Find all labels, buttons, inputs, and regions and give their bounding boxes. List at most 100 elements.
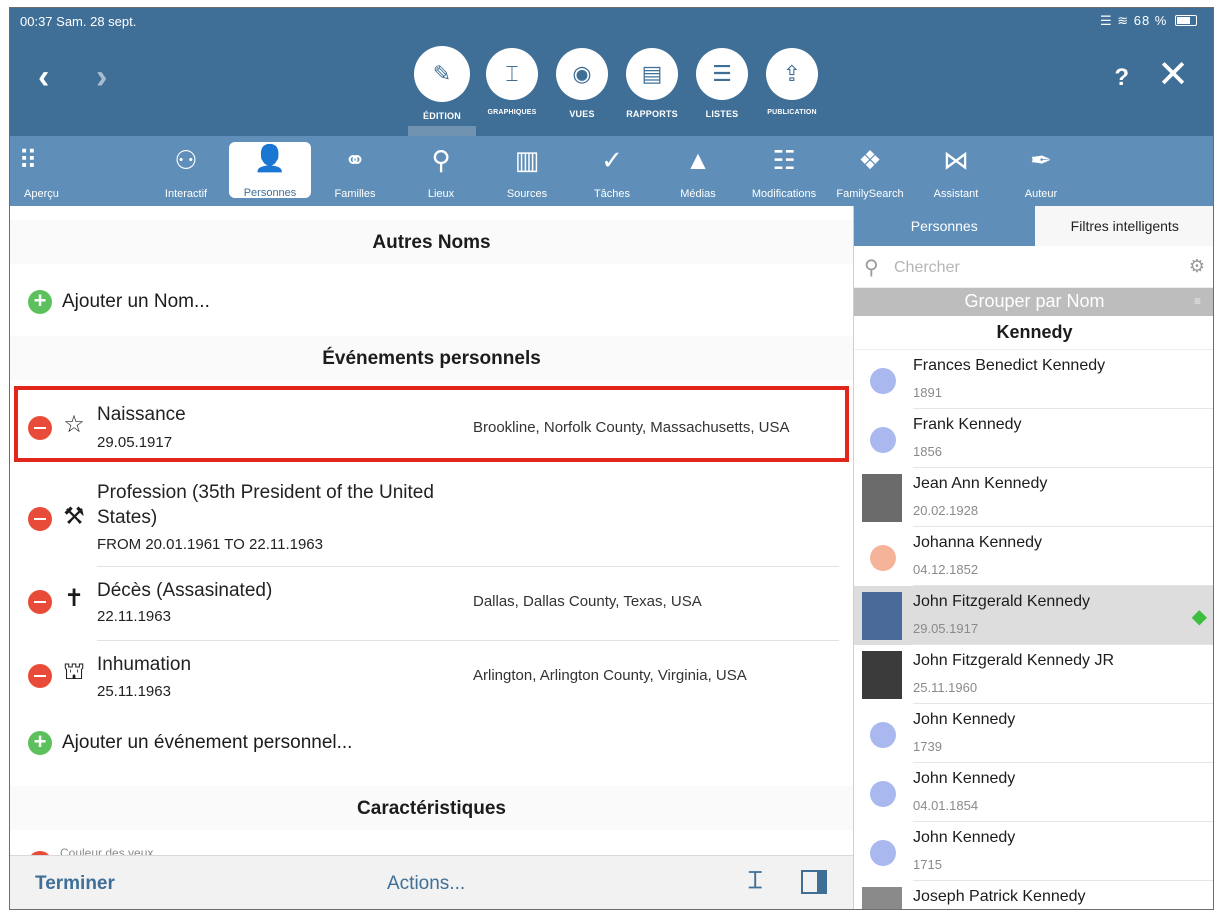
- event-row-death[interactable]: ✝ Décès (Assasinated) 22.11.1963 Dallas,…: [10, 572, 853, 638]
- tool-medias[interactable]: ▲ Médias: [656, 144, 740, 200]
- bottom-toolbar: Terminer Actions... ⌶: [10, 855, 853, 909]
- person-date: 1891: [913, 385, 942, 400]
- person-list-item[interactable]: Frances Benedict Kennedy 1891: [854, 350, 1213, 409]
- status-time: 00:37 Sam. 28 sept.: [20, 14, 137, 29]
- event-place: Dallas, Dallas County, Texas, USA: [473, 593, 702, 610]
- tag-icon: ◆: [1191, 606, 1207, 628]
- person-date: 1856: [913, 444, 942, 459]
- person-list-item[interactable]: John Kennedy 1715: [854, 822, 1213, 881]
- person-date: 29.05.1917: [913, 621, 979, 636]
- help-button[interactable]: ?: [1114, 64, 1129, 92]
- tool-lieux[interactable]: ⚲ Lieux: [399, 144, 483, 200]
- remove-icon[interactable]: [28, 507, 52, 531]
- tab-personnes[interactable]: Personnes: [854, 206, 1035, 246]
- rings-icon: ⚭: [344, 145, 366, 175]
- sidebar-toggle-icon[interactable]: [801, 870, 827, 894]
- person-date: 1739: [913, 739, 942, 754]
- plus-icon: +: [28, 731, 52, 755]
- bowtie-icon: ⋈: [943, 145, 969, 175]
- familysearch-tree-icon: ❖: [858, 145, 882, 175]
- gear-icon[interactable]: ⚙: [1189, 256, 1205, 277]
- done-button[interactable]: Terminer: [35, 873, 115, 895]
- wifi-icon: ☰ ≋: [1099, 13, 1130, 28]
- mode-graphiques[interactable]: ⌶ GRAPHIQUES: [478, 48, 546, 121]
- add-name-row[interactable]: + Ajouter un Nom...: [10, 284, 853, 320]
- mode-edition[interactable]: ✎ ÉDITION: [408, 46, 476, 121]
- person-date: 20.02.1928: [913, 503, 979, 518]
- person-name: John Kennedy: [913, 711, 1016, 728]
- cross-icon: ✝: [63, 585, 85, 612]
- person-date: 04.12.1852: [913, 562, 979, 577]
- person-list-item[interactable]: John Fitzgerald Kennedy JR 25.11.1960: [854, 645, 1213, 704]
- person-list-item[interactable]: Frank Kennedy 1856: [854, 409, 1213, 468]
- back-button[interactable]: ‹: [38, 60, 49, 94]
- tool-modifications[interactable]: ☷ Modifications: [742, 144, 826, 200]
- share-upload-icon: ⇪: [766, 48, 818, 100]
- eye-icon: ◉: [556, 48, 608, 100]
- person-list-item[interactable]: Jean Ann Kennedy 20.02.1928: [854, 468, 1213, 527]
- person-date: 1715: [913, 857, 942, 872]
- event-row-profession[interactable]: ⚒ Profession (35th President of the Unit…: [10, 476, 853, 564]
- tool-sources[interactable]: ▥ Sources: [485, 144, 569, 200]
- event-date: FROM 20.01.1961 TO 22.11.1963: [97, 536, 323, 553]
- tree-chart-icon[interactable]: ⌶: [748, 867, 762, 895]
- mode-label: ÉDITION: [423, 111, 461, 121]
- person-icon: 👤: [253, 143, 287, 173]
- event-row-burial[interactable]: ⛫ Inhumation 25.11.1963 Arlington, Arlin…: [10, 646, 853, 712]
- person-list-item[interactable]: John Kennedy 1739: [854, 704, 1213, 763]
- sort-icon[interactable]: ≡: [1194, 294, 1201, 308]
- person-list-item[interactable]: Johanna Kennedy 04.12.1852: [854, 527, 1213, 586]
- person-name: Jean Ann Kennedy: [913, 475, 1048, 492]
- remove-icon[interactable]: [28, 590, 52, 614]
- tab-filtres-intelligents[interactable]: Filtres intelligents: [1034, 206, 1213, 246]
- event-title: Décès (Assasinated): [97, 580, 273, 601]
- tool-familles[interactable]: ⚭ Familles: [313, 144, 397, 200]
- mode-label: RAPPORTS: [626, 109, 678, 119]
- group-header: Kennedy: [854, 316, 1213, 350]
- person-name: John Kennedy: [913, 829, 1016, 846]
- tool-label: Modifications: [751, 188, 817, 200]
- tool-label: Médias: [680, 188, 716, 200]
- grid-dots-icon: ⠿: [18, 145, 38, 175]
- tool-personnes[interactable]: 👤 Personnes: [229, 142, 311, 199]
- mode-label: LISTES: [705, 109, 739, 119]
- mode-vues[interactable]: ◉ VUES: [548, 48, 616, 121]
- mode-listes[interactable]: ☰ LISTES: [688, 48, 756, 121]
- event-title: Inhumation: [97, 654, 192, 675]
- person-list-item[interactable]: John Kennedy 04.01.1854: [854, 763, 1213, 822]
- tool-taches[interactable]: ✓ Tâches: [570, 144, 654, 200]
- tool-apercu[interactable]: ⠿ Aperçu: [10, 144, 70, 200]
- tool-label: Aperçu: [24, 188, 59, 200]
- media-icon: ▲: [685, 145, 711, 175]
- group-by-bar[interactable]: Grouper par Nom ≡: [854, 288, 1213, 316]
- hammer-icon: ⚒: [63, 503, 85, 530]
- person-list: Frances Benedict Kennedy 1891 Frank Kenned…: [854, 350, 1213, 909]
- mode-rapports[interactable]: ▤ RAPPORTS: [618, 48, 686, 121]
- person-list-item[interactable]: Joseph Patrick Kennedy: [854, 881, 1213, 909]
- person-name: John Fitzgerald Kennedy: [913, 593, 1090, 610]
- tombstone-icon: ⛫: [62, 658, 86, 685]
- sidebar-tabs: Personnes Filtres intelligents: [854, 206, 1213, 246]
- close-button[interactable]: ✕: [1157, 56, 1189, 94]
- tool-label: Tâches: [593, 188, 631, 200]
- person-list-item[interactable]: John Fitzgerald Kennedy 29.05.1917 ◆: [854, 586, 1213, 645]
- mode-publication[interactable]: ⇪ PUBLICATION: [758, 48, 826, 121]
- remove-icon[interactable]: [28, 664, 52, 688]
- search-input[interactable]: Chercher: [894, 259, 960, 277]
- event-place: Arlington, Arlington County, Virginia, U…: [473, 667, 747, 684]
- list-document-icon: ☰: [696, 48, 748, 100]
- person-avatar-dot: [870, 722, 896, 748]
- tool-interactif[interactable]: ⚇ Interactif: [144, 144, 228, 200]
- tool-familysearch[interactable]: ❖ FamilySearch: [828, 144, 912, 200]
- forward-button[interactable]: ›: [96, 60, 107, 94]
- tool-auteur[interactable]: ✒ Auteur: [999, 144, 1083, 200]
- search-bar[interactable]: ⚲ Chercher ⚙: [854, 246, 1213, 288]
- add-event-row[interactable]: + Ajouter un événement personnel...: [10, 725, 853, 761]
- mode-switcher: ✎ ÉDITION ⌶ GRAPHIQUES ◉ VUES ▤ RAPPORTS…: [408, 46, 826, 121]
- mode-label: PUBLICATION: [767, 109, 817, 116]
- tool-assistant[interactable]: ⋈ Assistant: [914, 144, 998, 200]
- actions-button[interactable]: Actions...: [387, 873, 465, 895]
- mode-label: VUES: [569, 109, 595, 119]
- person-list-sidebar: Personnes Filtres intelligents ⚲ Cherche…: [853, 206, 1213, 909]
- event-date: 22.11.1963: [97, 608, 171, 625]
